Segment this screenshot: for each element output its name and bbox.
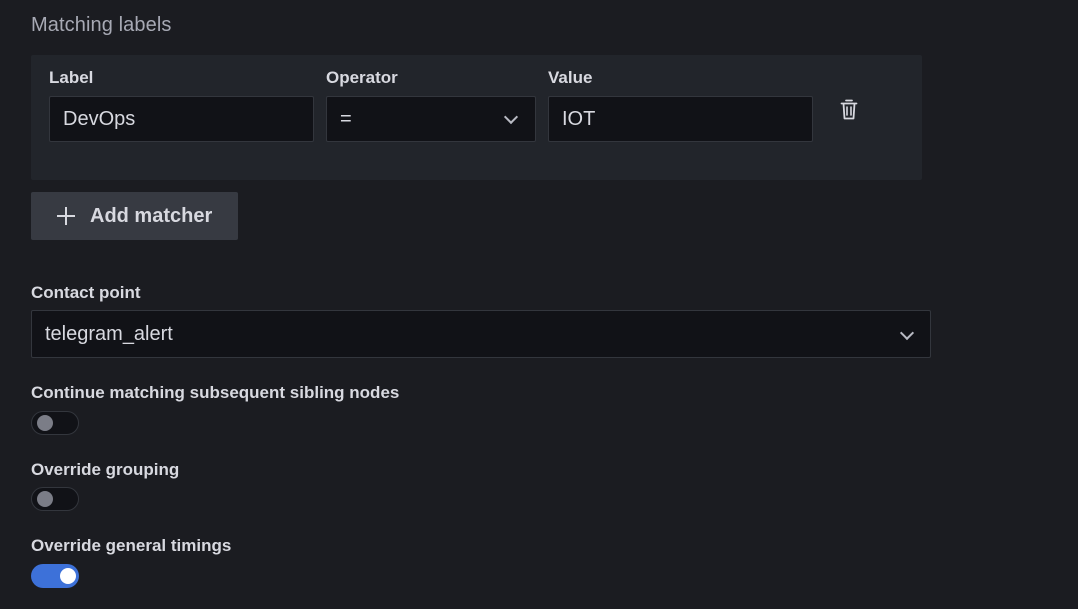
operator-select[interactable]: = [326, 96, 536, 142]
value-input-value: IOT [562, 107, 596, 130]
value-input[interactable]: IOT [548, 96, 813, 142]
override-timings-label: Override general timings [31, 536, 232, 555]
label-input-value: DevOps [63, 107, 136, 130]
continue-matching-label: Continue matching subsequent sibling nod… [31, 383, 400, 402]
plus-icon [57, 207, 75, 225]
notification-policy-form: Matching labels Label Operator Value Dev… [0, 0, 1078, 609]
add-matcher-button[interactable]: Add matcher [31, 192, 238, 240]
override-grouping-toggle[interactable] [31, 487, 79, 511]
contact-point-label: Contact point [31, 283, 141, 302]
operator-select-value: = [340, 107, 352, 130]
label-column-header: Label [49, 68, 94, 87]
chevron-down-icon [503, 109, 519, 125]
contact-point-value: telegram_alert [45, 322, 173, 345]
chevron-down-icon [899, 325, 915, 341]
matching-labels-title: Matching labels [31, 14, 172, 36]
continue-matching-toggle[interactable] [31, 411, 79, 435]
value-column-header: Value [548, 68, 593, 87]
toggle-knob [37, 415, 53, 431]
override-grouping-label: Override grouping [31, 460, 180, 479]
contact-point-select[interactable]: telegram_alert [31, 310, 931, 358]
toggle-knob [37, 491, 53, 507]
toggle-knob [60, 568, 76, 584]
add-matcher-label: Add matcher [90, 204, 213, 227]
matcher-row: Label Operator Value DevOps = IOT [31, 55, 922, 180]
operator-column-header: Operator [326, 68, 398, 87]
label-input[interactable]: DevOps [49, 96, 314, 142]
trash-icon[interactable] [840, 99, 858, 121]
override-timings-toggle[interactable] [31, 564, 79, 588]
